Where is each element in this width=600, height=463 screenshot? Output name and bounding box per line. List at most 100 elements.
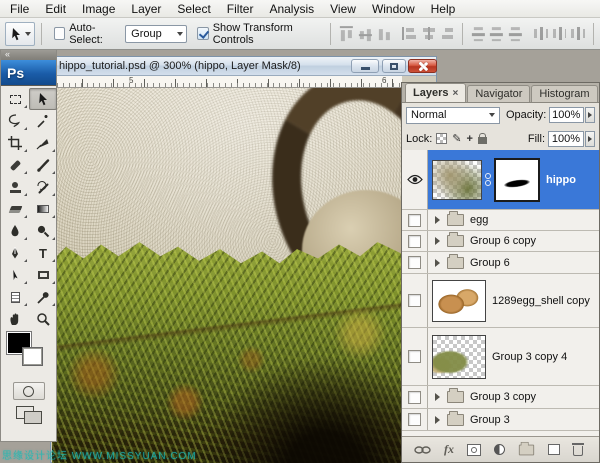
visibility-toggle[interactable] — [402, 150, 428, 209]
close-button[interactable] — [408, 59, 437, 73]
menu-edit[interactable]: Edit — [37, 1, 74, 17]
expand-triangle-icon[interactable] — [435, 216, 440, 224]
tab-close-icon[interactable]: × — [452, 88, 458, 99]
layer-name[interactable]: 1289egg_shell copy — [492, 295, 590, 307]
maximize-button[interactable] — [382, 59, 406, 73]
menu-image[interactable]: Image — [74, 1, 123, 17]
tool-clone-stamp[interactable] — [1, 176, 29, 198]
layer-mask-thumbnail[interactable] — [494, 158, 540, 202]
align-top-edges-button[interactable] — [340, 26, 353, 41]
layer-row-group3[interactable]: Group 3 — [402, 409, 599, 431]
menu-analysis[interactable]: Analysis — [261, 1, 322, 17]
move-tool-preset-button[interactable] — [5, 22, 35, 46]
distribute-vertical-centers-button[interactable] — [490, 26, 503, 41]
layer-row-egg[interactable]: egg — [402, 210, 599, 231]
tool-blur[interactable] — [1, 220, 29, 242]
menu-filter[interactable]: Filter — [219, 1, 262, 17]
layer-name[interactable]: Group 6 copy — [470, 235, 536, 247]
link-layers-icon[interactable] — [414, 446, 431, 454]
tab-layers[interactable]: Layers × — [405, 83, 466, 102]
tool-brush[interactable] — [29, 154, 57, 176]
background-color-swatch[interactable] — [23, 348, 42, 365]
expand-triangle-icon[interactable] — [435, 393, 440, 401]
distribute-left-edges-button[interactable] — [533, 27, 548, 40]
auto-select-scope-dropdown[interactable]: Group — [125, 25, 187, 43]
auto-select-checkbox[interactable] — [54, 27, 66, 40]
tool-healing-brush[interactable] — [1, 154, 29, 176]
horizontal-ruler[interactable]: 5 6 — [51, 76, 402, 88]
distribute-horizontal-centers-button[interactable] — [552, 27, 567, 40]
distribute-bottom-edges-button[interactable] — [509, 26, 522, 41]
delete-layer-icon[interactable] — [573, 446, 583, 456]
document-title-bar[interactable]: hippo_tutorial.psd @ 300% (hippo, Layer … — [51, 57, 436, 76]
quick-mask-button[interactable] — [13, 382, 45, 400]
fill-slider-button[interactable] — [585, 131, 595, 147]
tool-notes[interactable] — [1, 286, 29, 308]
lock-all-icon[interactable] — [478, 137, 487, 144]
tab-histogram[interactable]: Histogram — [531, 85, 597, 102]
new-group-icon[interactable] — [519, 444, 534, 455]
tool-path-selection[interactable] — [1, 264, 29, 286]
new-layer-icon[interactable] — [548, 444, 560, 455]
tool-history-brush[interactable] — [29, 176, 57, 198]
layer-style-icon[interactable]: fx — [444, 442, 454, 457]
tool-pen[interactable] — [1, 242, 29, 264]
opacity-slider-button[interactable] — [585, 107, 595, 123]
align-vertical-centers-button[interactable] — [359, 26, 372, 41]
tool-move[interactable] — [29, 88, 57, 110]
layer-row-group3-copy[interactable]: Group 3 copy — [402, 386, 599, 409]
align-right-edges-button[interactable] — [439, 27, 454, 40]
toolbox-collapse-bar[interactable]: « — [1, 50, 56, 60]
layer-name[interactable]: Group 3 copy — [470, 391, 536, 403]
layer-row-group6[interactable]: Group 6 — [402, 252, 599, 274]
layer-row-hippo[interactable]: hippo — [402, 150, 599, 210]
expand-triangle-icon[interactable] — [435, 237, 440, 245]
tool-shape[interactable] — [29, 264, 57, 286]
tool-crop[interactable] — [1, 132, 29, 154]
distribute-top-edges-button[interactable] — [472, 26, 485, 41]
layer-row-group3-copy4[interactable]: Group 3 copy 4 — [402, 328, 599, 386]
layer-name[interactable]: Group 3 — [470, 414, 510, 426]
menu-window[interactable]: Window — [364, 1, 423, 17]
fill-input[interactable]: 100% — [548, 131, 584, 147]
expand-triangle-icon[interactable] — [435, 416, 440, 424]
expand-triangle-icon[interactable] — [435, 259, 440, 267]
adjustment-layer-icon[interactable] — [494, 444, 505, 455]
layer-thumbnail[interactable] — [432, 335, 486, 379]
add-layer-mask-icon[interactable] — [467, 444, 481, 456]
visibility-toggle[interactable] — [402, 274, 428, 327]
layer-row-eggshell[interactable]: 1289egg_shell copy — [402, 274, 599, 328]
canvas[interactable] — [52, 88, 402, 463]
tool-marquee[interactable] — [1, 88, 29, 110]
tool-hand[interactable] — [1, 308, 29, 330]
visibility-toggle[interactable] — [402, 386, 428, 408]
tool-dodge[interactable] — [29, 220, 57, 242]
layer-thumbnail[interactable] — [432, 280, 486, 322]
opacity-input[interactable]: 100% — [549, 107, 584, 123]
visibility-toggle[interactable] — [402, 328, 428, 385]
menu-view[interactable]: View — [322, 1, 364, 17]
show-transform-controls-checkbox[interactable] — [197, 27, 209, 40]
layer-thumbnail[interactable] — [432, 160, 482, 200]
visibility-toggle[interactable] — [402, 231, 428, 251]
layer-row-group6-copy[interactable]: Group 6 copy — [402, 231, 599, 252]
lock-transparency-icon[interactable] — [436, 133, 447, 144]
menu-select[interactable]: Select — [169, 1, 218, 17]
visibility-toggle[interactable] — [402, 409, 428, 430]
distribute-right-edges-button[interactable] — [570, 27, 585, 40]
menu-help[interactable]: Help — [423, 1, 464, 17]
align-bottom-edges-button[interactable] — [378, 26, 391, 41]
tool-slice[interactable] — [29, 132, 57, 154]
tool-eraser[interactable] — [1, 198, 29, 220]
visibility-toggle[interactable] — [402, 210, 428, 230]
mask-link-icon[interactable] — [483, 173, 493, 186]
minimize-button[interactable] — [351, 59, 379, 73]
blend-mode-dropdown[interactable]: Normal — [406, 107, 500, 124]
tool-gradient[interactable] — [29, 198, 57, 220]
tool-type[interactable] — [29, 242, 57, 264]
tool-eyedropper[interactable] — [29, 286, 57, 308]
layer-name[interactable]: Group 6 — [470, 257, 510, 269]
align-horizontal-centers-button[interactable] — [420, 27, 435, 40]
visibility-toggle[interactable] — [402, 252, 428, 273]
tool-zoom[interactable] — [29, 308, 57, 330]
